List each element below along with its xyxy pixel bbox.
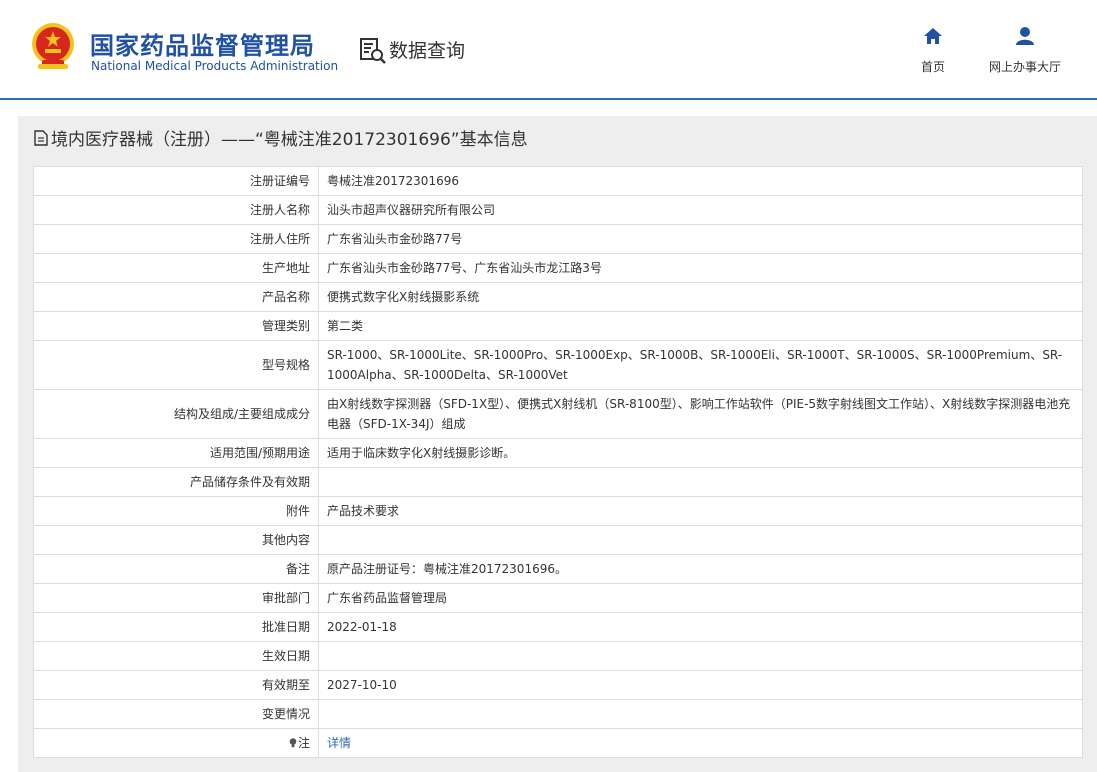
nav-home[interactable]: 首页 <box>912 26 954 75</box>
detail-panel: 境内医疗器械（注册）——“粤械注准20172301696”基本信息 注册证编号 … <box>18 116 1097 772</box>
table-row: 产品储存条件及有效期 <box>33 467 1083 497</box>
row-value <box>318 467 1083 497</box>
row-label: 审批部门 <box>33 583 319 613</box>
table-row: 审批部门 广东省药品监督管理局 <box>33 583 1083 613</box>
row-label: 管理类别 <box>33 311 319 341</box>
row-value: 由X射线数字探测器（SFD-1X型）、便携式X射线机（SR-8100型）、影响工… <box>318 389 1083 439</box>
table-row: 管理类别 第二类 <box>33 311 1083 341</box>
row-label: 适用范围/预期用途 <box>33 438 319 468</box>
table-row: 结构及组成/主要组成成分 由X射线数字探测器（SFD-1X型）、便携式X射线机（… <box>33 389 1083 439</box>
nav-hall-label: 网上办事大厅 <box>988 60 1061 74</box>
row-label: 型号规格 <box>33 340 319 390</box>
row-label: 结构及组成/主要组成成分 <box>33 389 319 439</box>
table-row: 注册证编号 粤械注准20172301696 <box>33 166 1083 196</box>
row-value: 原产品注册证号：粤械注准20172301696。 <box>318 554 1083 584</box>
row-value: 2027-10-10 <box>318 670 1083 700</box>
row-value: 广东省药品监督管理局 <box>318 583 1083 613</box>
row-label: 变更情况 <box>33 699 319 729</box>
row-value: 第二类 <box>318 311 1083 341</box>
row-value: 广东省汕头市金砂路77号 <box>318 224 1083 254</box>
table-row: 变更情况 <box>33 699 1083 729</box>
home-icon <box>924 28 942 44</box>
row-value <box>318 641 1083 671</box>
data-query-icon <box>360 38 386 64</box>
table-row: 生产地址 广东省汕头市金砂路77号、广东省汕头市龙江路3号 <box>33 253 1083 283</box>
row-value: 便携式数字化X射线摄影系统 <box>318 282 1083 312</box>
row-value: 广东省汕头市金砂路77号、广东省汕头市龙江路3号 <box>318 253 1083 283</box>
note-label: 注 <box>33 728 319 758</box>
row-label: 生效日期 <box>33 641 319 671</box>
nav-home-label: 首页 <box>920 60 945 74</box>
row-label: 批准日期 <box>33 612 319 642</box>
row-label: 注册人名称 <box>33 195 319 225</box>
row-label: 有效期至 <box>33 670 319 700</box>
note-value: 详情 <box>318 728 1083 758</box>
agency-name-en: National Medical Products Administration <box>91 59 339 73</box>
row-label: 产品储存条件及有效期 <box>33 467 319 497</box>
table-row: 适用范围/预期用途 适用于临床数字化X射线摄影诊断。 <box>33 438 1083 468</box>
row-label: 其他内容 <box>33 525 319 555</box>
table-row: 型号规格 SR-1000、SR-1000Lite、SR-1000Pro、SR-1… <box>33 340 1083 390</box>
registration-info-table: 注册证编号 粤械注准20172301696 注册人名称 汕头市超声仪器研究所有限… <box>33 166 1083 758</box>
row-value <box>318 699 1083 729</box>
row-label: 注册人住所 <box>33 224 319 254</box>
row-value: 汕头市超声仪器研究所有限公司 <box>318 195 1083 225</box>
data-query-title: 数据查询 <box>389 40 466 62</box>
table-row: 注册人名称 汕头市超声仪器研究所有限公司 <box>33 195 1083 225</box>
nav-online-service-hall[interactable]: 网上办事大厅 <box>980 26 1070 75</box>
row-value: 适用于临床数字化X射线摄影诊断。 <box>318 438 1083 468</box>
lightbulb-icon <box>289 738 297 748</box>
table-row: 注册人住所 广东省汕头市金砂路77号 <box>33 224 1083 254</box>
agency-name-cn: 国家药品监督管理局 <box>90 32 315 60</box>
row-value: 2022-01-18 <box>318 612 1083 642</box>
note-row: 注 详情 <box>33 728 1083 758</box>
row-value <box>318 525 1083 555</box>
site-header: 国家药品监督管理局 National Medical Products Admi… <box>0 0 1097 100</box>
table-row: 有效期至 2027-10-10 <box>33 670 1083 700</box>
row-value: SR-1000、SR-1000Lite、SR-1000Pro、SR-1000Ex… <box>318 340 1083 390</box>
table-row: 批准日期 2022-01-18 <box>33 612 1083 642</box>
panel-title-text: 境内医疗器械（注册）——“粤械注准20172301696”基本信息 <box>51 130 528 150</box>
row-label: 附件 <box>33 496 319 526</box>
national-emblem-icon <box>32 23 74 69</box>
row-label: 产品名称 <box>33 282 319 312</box>
row-value: 粤械注准20172301696 <box>318 166 1083 196</box>
document-icon <box>34 129 48 146</box>
row-label: 生产地址 <box>33 253 319 283</box>
panel-title: 境内医疗器械（注册）——“粤械注准20172301696”基本信息 <box>34 125 528 150</box>
row-label: 备注 <box>33 554 319 584</box>
row-label: 注册证编号 <box>33 166 319 196</box>
table-row: 其他内容 <box>33 525 1083 555</box>
table-row: 产品名称 便携式数字化X射线摄影系统 <box>33 282 1083 312</box>
user-icon <box>1016 27 1034 45</box>
note-label-text: 注 <box>297 736 310 750</box>
table-row: 备注 原产品注册证号：粤械注准20172301696。 <box>33 554 1083 584</box>
row-value: 产品技术要求 <box>318 496 1083 526</box>
details-link[interactable]: 详情 <box>327 736 351 750</box>
table-row: 生效日期 <box>33 641 1083 671</box>
table-row: 附件 产品技术要求 <box>33 496 1083 526</box>
